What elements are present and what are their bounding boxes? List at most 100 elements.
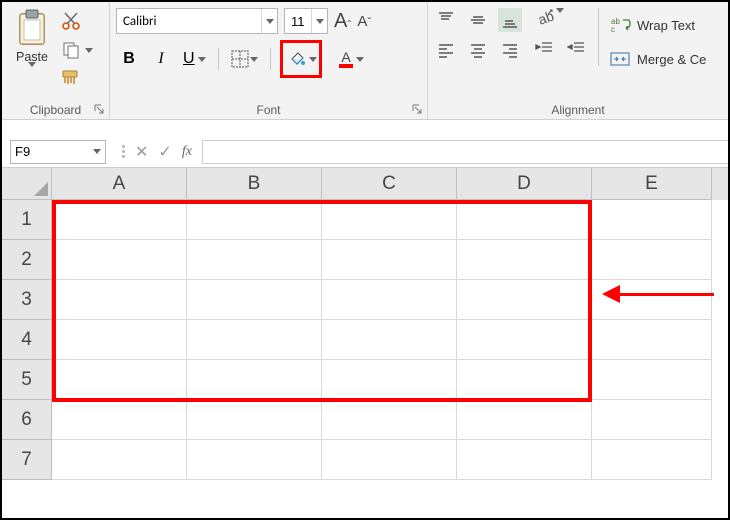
row-header[interactable]: 3: [2, 280, 52, 320]
cell[interactable]: [187, 280, 322, 320]
cell[interactable]: [187, 320, 322, 360]
chevron-down-icon: [28, 62, 36, 67]
column-header[interactable]: B: [187, 168, 322, 200]
decrease-font-button[interactable]: Aˇ: [357, 13, 371, 30]
row-header[interactable]: 1: [2, 200, 52, 240]
cell[interactable]: [322, 280, 457, 320]
font-size-combo[interactable]: [284, 8, 328, 34]
align-center-button[interactable]: [466, 38, 490, 62]
italic-button[interactable]: I: [148, 45, 174, 73]
cell[interactable]: [592, 440, 712, 480]
chevron-down-icon[interactable]: [93, 149, 101, 154]
cell[interactable]: [592, 280, 712, 320]
paint-bucket-icon: [288, 50, 306, 68]
align-bottom-button[interactable]: [498, 8, 522, 32]
cell[interactable]: [592, 200, 712, 240]
increase-indent-button[interactable]: [564, 36, 588, 60]
scissors-icon: [61, 11, 81, 31]
column-header[interactable]: D: [457, 168, 592, 200]
group-label-clipboard: Clipboard: [8, 101, 103, 117]
orientation-button[interactable]: ab: [532, 8, 588, 30]
cut-button[interactable]: [58, 8, 84, 34]
underline-button[interactable]: U: [180, 45, 209, 73]
row-header[interactable]: 4: [2, 320, 52, 360]
cell[interactable]: [187, 360, 322, 400]
decrease-indent-button[interactable]: [532, 36, 556, 60]
cell[interactable]: [52, 320, 187, 360]
cell[interactable]: [187, 400, 322, 440]
chevron-down-icon[interactable]: [261, 9, 277, 33]
paste-button[interactable]: Paste: [8, 6, 56, 69]
cell[interactable]: [187, 440, 322, 480]
chevron-down-icon[interactable]: [311, 9, 327, 33]
cell[interactable]: [322, 440, 457, 480]
cell[interactable]: [322, 320, 457, 360]
cell[interactable]: [52, 400, 187, 440]
increase-font-button[interactable]: Aˆ: [334, 10, 351, 33]
font-color-button[interactable]: A: [334, 45, 367, 73]
font-name-input[interactable]: [117, 9, 261, 33]
borders-icon: [231, 50, 249, 68]
row-header[interactable]: 7: [2, 440, 52, 480]
insert-function-button[interactable]: fx: [182, 144, 192, 160]
ribbon: Paste: [2, 2, 728, 120]
cell[interactable]: [592, 240, 712, 280]
chevron-down-icon[interactable]: [309, 57, 317, 62]
orientation-icon: ab: [532, 8, 554, 30]
merge-center-button[interactable]: Merge & Ce: [609, 44, 706, 74]
select-all-triangle[interactable]: [2, 168, 52, 200]
chevron-down-icon[interactable]: [85, 48, 93, 53]
dialog-launcher-icon[interactable]: [411, 103, 423, 115]
cell[interactable]: [322, 240, 457, 280]
font-name-combo[interactable]: [116, 8, 278, 34]
dialog-launcher-icon[interactable]: [93, 103, 105, 115]
worksheet-grid: A B C D E 1 2 3 4 5 6 7: [2, 168, 728, 480]
cell[interactable]: [457, 320, 592, 360]
font-color-icon: A: [337, 49, 355, 69]
wrap-text-button[interactable]: ab c Wrap Text: [609, 10, 706, 40]
formula-input[interactable]: [202, 140, 728, 164]
fill-color-button[interactable]: [285, 45, 309, 73]
cell[interactable]: [322, 200, 457, 240]
group-label-alignment: Alignment: [434, 101, 722, 117]
cell[interactable]: [187, 200, 322, 240]
row-header[interactable]: 5: [2, 360, 52, 400]
align-top-button[interactable]: [434, 8, 458, 32]
column-header[interactable]: C: [322, 168, 457, 200]
cell[interactable]: [592, 400, 712, 440]
group-label-font: Font: [116, 101, 421, 117]
align-right-button[interactable]: [498, 38, 522, 62]
cell[interactable]: [52, 280, 187, 320]
cell[interactable]: [457, 240, 592, 280]
cell[interactable]: [322, 360, 457, 400]
format-painter-button[interactable]: [58, 66, 84, 92]
font-size-input[interactable]: [285, 9, 311, 33]
copy-button[interactable]: [58, 37, 84, 63]
cell[interactable]: [457, 280, 592, 320]
name-box[interactable]: [10, 140, 106, 164]
enter-formula-button[interactable]: ✓: [158, 142, 171, 162]
column-header[interactable]: E: [592, 168, 712, 200]
align-left-button[interactable]: [434, 38, 458, 62]
cell[interactable]: [187, 240, 322, 280]
cell[interactable]: [52, 360, 187, 400]
cell[interactable]: [52, 200, 187, 240]
name-box-input[interactable]: [15, 144, 75, 159]
cell[interactable]: [592, 360, 712, 400]
row-header[interactable]: 6: [2, 400, 52, 440]
cell[interactable]: [457, 440, 592, 480]
align-middle-button[interactable]: [466, 8, 490, 32]
cell[interactable]: [457, 400, 592, 440]
cell[interactable]: [322, 400, 457, 440]
clipboard-paste-icon: [15, 8, 49, 48]
cell[interactable]: [52, 440, 187, 480]
cell[interactable]: [457, 360, 592, 400]
cell[interactable]: [592, 320, 712, 360]
borders-button[interactable]: [228, 45, 261, 73]
cell[interactable]: [457, 200, 592, 240]
cancel-formula-button[interactable]: ✕: [135, 142, 148, 162]
column-header[interactable]: A: [52, 168, 187, 200]
cell[interactable]: [52, 240, 187, 280]
bold-button[interactable]: B: [116, 45, 142, 73]
row-header[interactable]: 2: [2, 240, 52, 280]
